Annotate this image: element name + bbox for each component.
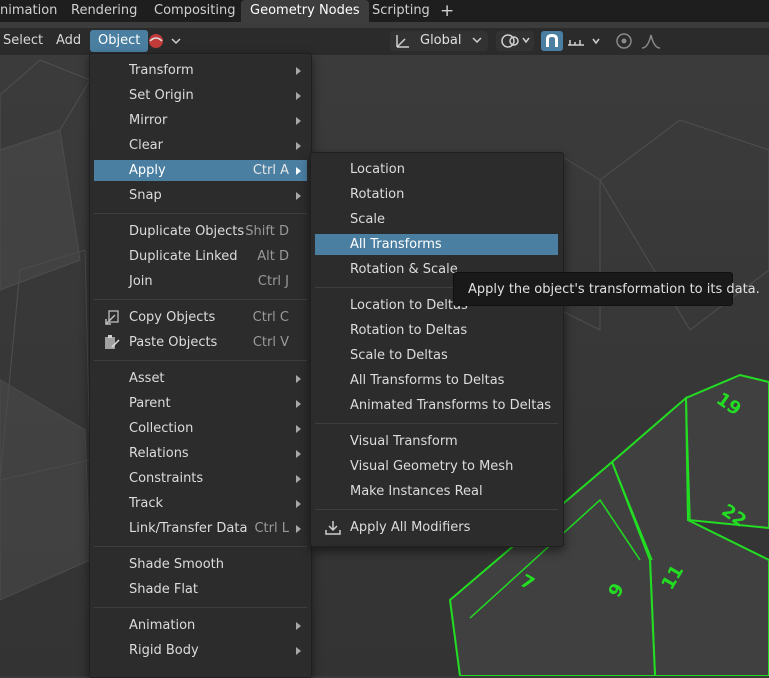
paste-icon	[105, 335, 120, 349]
submenu-arrow-icon	[296, 647, 301, 655]
menu-separator	[94, 360, 307, 361]
increment-icon	[568, 38, 600, 46]
sphere-icon	[149, 34, 181, 48]
menu-item-duplicate-linked[interactable]: Duplicate Linked Alt D	[94, 246, 307, 267]
menu-item-scale-to-deltas[interactable]: Scale to Deltas	[315, 345, 558, 366]
snap-target-dropdown[interactable]	[566, 31, 604, 51]
chevron-down-icon	[472, 37, 482, 44]
menu-item-collection[interactable]: Collection	[94, 418, 307, 439]
submenu-arrow-icon	[296, 500, 301, 508]
tab-animation[interactable]: nimation	[0, 0, 57, 22]
submenu-arrow-icon	[296, 400, 301, 408]
menu-item-apply-all-modifiers[interactable]: Apply All Modifiers	[315, 517, 558, 538]
menu-item-clear[interactable]: Clear	[94, 135, 307, 156]
menu-item-scale[interactable]: Scale	[315, 209, 558, 230]
menu-item-all-transforms-to-deltas[interactable]: All Transforms to Deltas	[315, 370, 558, 391]
pivot-point-dropdown[interactable]	[496, 31, 534, 51]
menu-item-location[interactable]: Location	[315, 159, 558, 180]
interaction-mode-button[interactable]	[146, 31, 186, 51]
menu-item-rigid-body[interactable]: Rigid Body	[94, 640, 307, 661]
submenu-arrow-icon	[296, 375, 301, 383]
workspace-tab-bar: nimation Rendering Compositing Geometry …	[0, 0, 769, 22]
menu-item-parent[interactable]: Parent	[94, 393, 307, 414]
apply-submenu: Location Rotation Scale All Transforms R…	[310, 152, 564, 547]
tab-geometry-nodes[interactable]: Geometry Nodes	[241, 0, 369, 22]
menu-item-constraints[interactable]: Constraints	[94, 468, 307, 489]
add-menu[interactable]: Add	[56, 30, 81, 52]
object-dropdown-menu: Transform Set Origin Mirror Clear Apply C…	[89, 53, 312, 678]
menu-item-all-transforms[interactable]: All Transforms	[315, 234, 558, 255]
select-menu[interactable]: Select	[3, 30, 43, 52]
falloff-curve-icon	[641, 34, 661, 49]
snap-toggle[interactable]	[541, 31, 563, 51]
menu-separator	[315, 509, 558, 510]
object-menu[interactable]: Object	[90, 30, 149, 52]
menu-item-visual-geometry-to-mesh[interactable]: Visual Geometry to Mesh	[315, 456, 558, 477]
submenu-arrow-icon	[296, 450, 301, 458]
submenu-arrow-icon	[296, 425, 301, 433]
pivot-icon	[501, 34, 530, 48]
orientation-label: Global	[420, 33, 462, 48]
menu-item-visual-transform[interactable]: Visual Transform	[315, 431, 558, 452]
menu-item-transform[interactable]: Transform	[94, 60, 307, 81]
magnet-icon	[546, 34, 558, 47]
submenu-arrow-icon	[296, 117, 301, 125]
submenu-arrow-icon	[296, 67, 301, 75]
menu-item-copy-objects[interactable]: Copy Objects Ctrl C	[94, 307, 307, 328]
menu-item-shade-flat[interactable]: Shade Flat	[94, 579, 307, 600]
tab-compositing[interactable]: Compositing	[154, 0, 236, 22]
menu-item-asset[interactable]: Asset	[94, 368, 307, 389]
menu-item-paste-objects[interactable]: Paste Objects Ctrl V	[94, 332, 307, 353]
menu-item-relations[interactable]: Relations	[94, 443, 307, 464]
menu-separator	[315, 423, 558, 424]
submenu-arrow-icon	[296, 525, 301, 533]
menu-item-animated-transforms-to-deltas[interactable]: Animated Transforms to Deltas	[315, 395, 558, 416]
download-icon	[325, 521, 341, 535]
menu-item-duplicate-objects[interactable]: Duplicate Objects Shift D	[94, 221, 307, 242]
menu-item-make-instances-real[interactable]: Make Instances Real	[315, 481, 558, 502]
menu-item-shade-smooth[interactable]: Shade Smooth	[94, 554, 307, 575]
menu-item-snap[interactable]: Snap	[94, 185, 307, 206]
submenu-arrow-icon	[296, 167, 301, 175]
menu-item-link-transfer-data[interactable]: Link/Transfer Data Ctrl L	[94, 518, 307, 539]
transform-orientation-dropdown[interactable]: Global	[390, 31, 488, 51]
menu-item-track[interactable]: Track	[94, 493, 307, 514]
menu-item-rotation-to-deltas[interactable]: Rotation to Deltas	[315, 320, 558, 341]
menu-item-apply[interactable]: Apply Ctrl A	[94, 160, 307, 181]
menu-item-join[interactable]: Join Ctrl J	[94, 271, 307, 292]
menu-item-animation[interactable]: Animation	[94, 615, 307, 636]
menu-separator	[94, 213, 307, 214]
proportional-icon	[616, 33, 632, 49]
falloff-dropdown[interactable]	[640, 31, 662, 51]
tab-rendering[interactable]: Rendering	[71, 0, 137, 22]
add-workspace-button[interactable]: +	[440, 0, 454, 22]
tooltip: Apply the object's transformation to its…	[453, 272, 760, 306]
submenu-arrow-icon	[296, 475, 301, 483]
menu-item-mirror[interactable]: Mirror	[94, 110, 307, 131]
submenu-arrow-icon	[296, 192, 301, 200]
menu-item-set-origin[interactable]: Set Origin	[94, 85, 307, 106]
menu-separator	[94, 299, 307, 300]
menu-separator	[94, 607, 307, 608]
proportional-editing-toggle[interactable]	[614, 31, 634, 51]
submenu-arrow-icon	[296, 142, 301, 150]
copy-icon	[105, 310, 119, 325]
menu-item-rotation[interactable]: Rotation	[315, 184, 558, 205]
orientation-icon	[396, 35, 409, 48]
submenu-arrow-icon	[296, 622, 301, 630]
tab-scripting[interactable]: Scripting	[372, 0, 430, 22]
submenu-arrow-icon	[296, 92, 301, 100]
menu-separator	[94, 546, 307, 547]
